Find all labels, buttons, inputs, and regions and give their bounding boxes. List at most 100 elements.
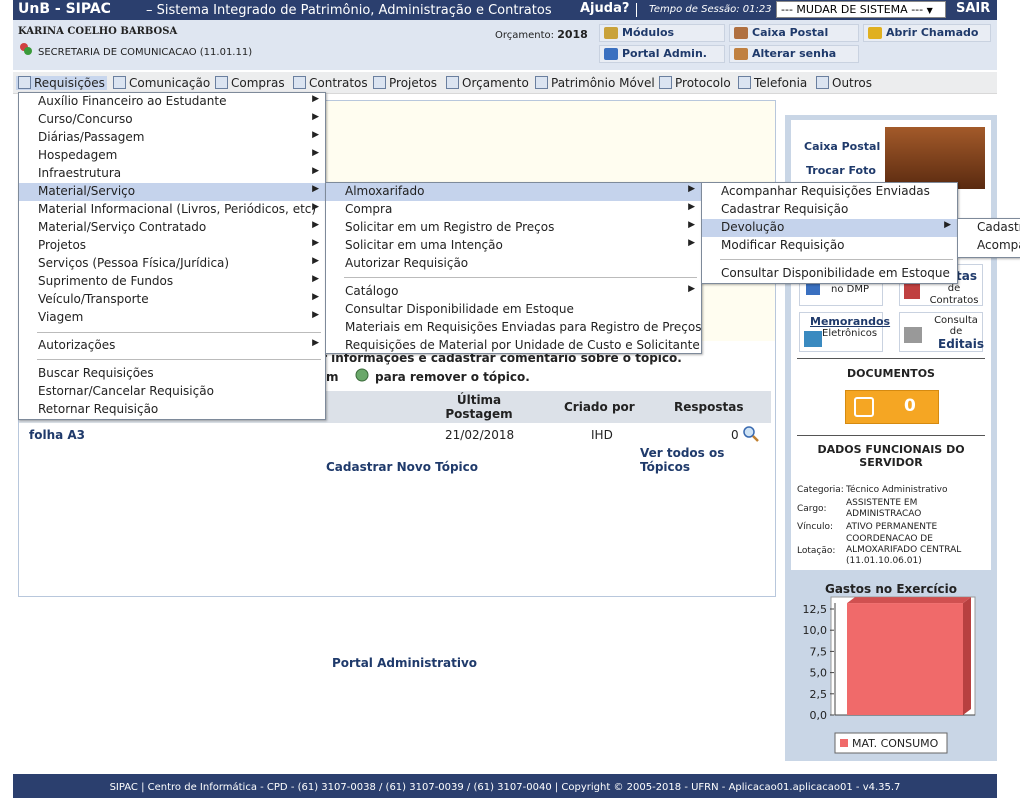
submenu-item-registro-precos[interactable]: Solicitar em um Registro de Preços ▶ — [326, 219, 701, 237]
mailbox-button[interactable]: Caixa Postal — [729, 24, 859, 42]
item-label: Consultar Disponibilidade em Estoque — [721, 266, 950, 280]
modules-button[interactable]: Módulos — [599, 24, 725, 42]
change-password-button[interactable]: Alterar senha — [729, 45, 859, 63]
bar-side — [963, 597, 971, 715]
portal-admin-label: Portal Admin. — [622, 47, 707, 60]
menu-item-projetos[interactable]: Projetos ▶ — [19, 237, 325, 255]
menu-item-estornar[interactable]: Estornar/Cancelar Requisição — [19, 383, 325, 401]
menu-item-buscar[interactable]: Buscar Requisições — [19, 365, 325, 383]
item-label: Requisições de Material por Unidade de C… — [345, 338, 700, 352]
change-photo-link[interactable]: Trocar Foto — [806, 164, 876, 177]
change-system-select[interactable]: --- MUDAR DE SISTEMA --- ▼ — [776, 1, 946, 18]
menu-item-infraestrutura[interactable]: Infraestrutura ▶ — [19, 165, 325, 183]
menu-separator — [37, 359, 321, 360]
submenu-item-intencao[interactable]: Solicitar em uma Intenção ▶ — [326, 237, 701, 255]
menu-separator — [720, 259, 953, 260]
menu-item-hospedagem[interactable]: Hospedagem ▶ — [19, 147, 325, 165]
submenu-item-materiais-registro[interactable]: Materiais em Requisições Enviadas para R… — [326, 319, 702, 337]
documents-count: 0 — [904, 396, 916, 416]
menu-item-material-servico[interactable]: Material/Serviço ▶ — [19, 183, 325, 201]
gastos-title: Gastos no Exercício — [824, 582, 958, 596]
new-topic-link[interactable]: Cadastrar Novo Tópico — [326, 460, 478, 474]
modules-icon — [604, 27, 618, 39]
menu-projetos[interactable]: Projetos — [373, 76, 437, 90]
submenu-item-devolucao[interactable]: Devolução ▶ — [702, 219, 957, 237]
item-label: Hospedagem — [38, 148, 118, 162]
submenu-item-acompanhar[interactable]: Acompanhar Requisições Enviadas — [702, 183, 957, 201]
menu-comunicacao[interactable]: Comunicação — [113, 76, 210, 90]
chevron-right-icon: ▶ — [312, 220, 319, 230]
submenu-item-consultar-disponibilidade[interactable]: Consultar Disponibilidade em Estoque — [702, 265, 957, 283]
item-label: Acompanhar Requisições Enviadas — [721, 184, 930, 198]
menu-label: Patrimônio Móvel — [551, 76, 655, 90]
mailbox-label: Caixa Postal — [752, 26, 829, 39]
col-replies: Respostas — [674, 400, 744, 414]
menu-orcamento[interactable]: Orçamento — [446, 76, 529, 90]
menu-item-suprimento[interactable]: Suprimento de Fundos ▶ — [19, 273, 325, 291]
submenu-item-consultar-estoque[interactable]: Consultar Disponibilidade em Estoque — [326, 301, 701, 319]
portal-admin-link[interactable]: Portal Administrativo — [332, 656, 477, 670]
item-label: Viagem — [38, 310, 84, 324]
see-all-topics-link[interactable]: Ver todos os Tópicos — [640, 446, 775, 474]
menu-telefonia[interactable]: Telefonia — [738, 76, 807, 90]
documents-counter[interactable]: 0 — [845, 390, 939, 424]
editais-button[interactable]: Consulta de Editais — [899, 312, 984, 352]
item-label: Solicitar em uma Intenção — [345, 238, 503, 252]
help-link[interactable]: Ajuda? — [580, 1, 629, 16]
top-bar: UnB - SIPAC – Sistema Integrado de Patri… — [13, 0, 997, 20]
menu-outros[interactable]: Outros — [816, 76, 872, 90]
menu-item-retornar[interactable]: Retornar Requisição — [19, 401, 325, 419]
menu-label: Comunicação — [129, 76, 211, 90]
budget-year[interactable]: 2018 — [557, 28, 588, 41]
menu-item-curso[interactable]: Curso/Concurso ▶ — [19, 111, 325, 129]
submenu-item-cadastrar-devolucao[interactable]: Cadastr — [958, 219, 1020, 237]
mailbox-link[interactable]: Caixa Postal — [804, 140, 880, 153]
menu-contratos[interactable]: Contratos — [293, 76, 368, 90]
menu-item-material-contratado[interactable]: Material/Serviço Contratado ▶ — [19, 219, 325, 237]
menu-item-diarias[interactable]: Diárias/Passagem ▶ — [19, 129, 325, 147]
open-ticket-button[interactable]: Abrir Chamado — [863, 24, 991, 42]
cargo-label: Cargo: — [797, 504, 827, 514]
logout-button[interactable]: SAIR — [956, 1, 990, 16]
col-created-by: Criado por — [564, 400, 635, 414]
menu-patrimonio-movel[interactable]: Patrimônio Móvel — [535, 76, 655, 90]
menu-label: Orçamento — [462, 76, 529, 90]
item-label: Material/Serviço — [38, 184, 136, 198]
view-topic-icon[interactable] — [743, 426, 759, 442]
topic-replies: 0 — [731, 428, 739, 442]
chevron-right-icon: ▶ — [312, 112, 319, 122]
main-menu-bar: Requisições Comunicação Compras Contrato… — [13, 72, 997, 94]
menu-item-material-informacional[interactable]: Material Informacional (Livros, Periódic… — [19, 201, 325, 219]
menu-protocolo[interactable]: Protocolo — [659, 76, 731, 90]
menu-compras[interactable]: Compras — [215, 76, 285, 90]
vinculo-value: ATIVO PERMANENTE — [846, 522, 938, 532]
submenu-item-requisicoes-unidade[interactable]: Requisições de Material por Unidade de C… — [326, 337, 701, 355]
submenu-item-catalogo[interactable]: Catálogo ▶ — [326, 283, 701, 301]
change-password-label: Alterar senha — [752, 47, 837, 60]
menu-item-veiculo[interactable]: Veículo/Transporte ▶ — [19, 291, 325, 309]
bar-top — [847, 597, 971, 604]
memos-button[interactable]: Memorandos Eletrônicos — [799, 312, 890, 352]
menu-item-autorizacoes[interactable]: Autorizações ▶ — [19, 337, 325, 355]
submenu-item-acompanhar-devolucao[interactable]: Acompa — [958, 237, 1020, 255]
bar-mat-consumo — [847, 603, 963, 715]
editais-label: Editais — [938, 337, 984, 351]
menu-separator — [37, 332, 321, 333]
submenu-item-almoxarifado[interactable]: Almoxarifado ▶ — [326, 183, 701, 201]
submenu-item-compra[interactable]: Compra ▶ — [326, 201, 701, 219]
menu-requisicoes[interactable]: Requisições — [16, 76, 107, 90]
contracts-label: de Contratos — [929, 283, 979, 306]
forum-info-line2b: para remover o tópico. — [375, 370, 530, 384]
change-system-value: --- MUDAR DE SISTEMA --- — [781, 3, 924, 16]
topic-link[interactable]: folha A3 — [29, 428, 85, 442]
submenu-item-modificar[interactable]: Modificar Requisição — [702, 237, 957, 255]
portal-admin-button[interactable]: Portal Admin. — [599, 45, 725, 63]
y-tick-label: 12,5 — [803, 603, 828, 616]
book-icon — [113, 76, 126, 89]
item-label: Retornar Requisição — [38, 402, 159, 416]
menu-item-servicos[interactable]: Serviços (Pessoa Física/Jurídica) ▶ — [19, 255, 325, 273]
menu-item-viagem[interactable]: Viagem ▶ — [19, 309, 325, 327]
submenu-item-cadastrar[interactable]: Cadastrar Requisição — [702, 201, 957, 219]
menu-item-auxilio[interactable]: Auxílio Financeiro ao Estudante ▶ — [19, 93, 325, 111]
submenu-item-autorizar[interactable]: Autorizar Requisição — [326, 255, 701, 273]
